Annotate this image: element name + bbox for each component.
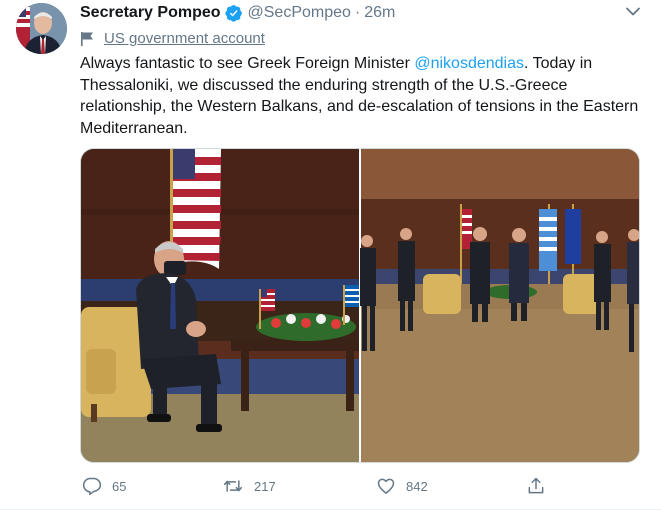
share-icon	[526, 476, 546, 496]
tweet-text-before: Always fantastic to see Greek Foreign Mi…	[80, 55, 415, 72]
reply-icon	[82, 476, 102, 496]
avatar[interactable]	[16, 3, 67, 54]
chevron-down-icon[interactable]	[623, 3, 643, 19]
media-photo-1[interactable]	[81, 149, 359, 463]
government-account-link[interactable]: US government account	[104, 30, 265, 47]
tweet: Secretary Pompeo @SecPompeo · 26m US gov…	[0, 0, 661, 510]
mention-link[interactable]: @nikosdendias	[414, 55, 524, 72]
heart-icon	[376, 476, 396, 496]
author-handle[interactable]: @SecPompeo	[248, 4, 351, 22]
retweet-icon	[222, 476, 244, 496]
tweet-text: Always fantastic to see Greek Foreign Mi…	[80, 53, 640, 139]
like-count: 842	[406, 478, 428, 494]
flag-icon	[80, 31, 94, 47]
share-button[interactable]	[526, 474, 556, 498]
like-button[interactable]: 842	[376, 474, 428, 498]
tweet-media	[80, 148, 640, 463]
tweet-actions: 65 217 842	[80, 474, 640, 498]
author-name[interactable]: Secretary Pompeo	[80, 4, 221, 22]
verified-badge-icon	[224, 4, 243, 22]
header-separator: ·	[354, 4, 361, 21]
tweet-header: Secretary Pompeo @SecPompeo · 26m	[80, 2, 395, 24]
reply-count: 65	[112, 478, 127, 494]
retweet-count: 217	[254, 478, 276, 494]
tweet-timestamp[interactable]: 26m	[364, 4, 395, 22]
retweet-button[interactable]: 217	[222, 474, 276, 498]
government-account-label: US government account	[80, 30, 265, 47]
media-photo-2[interactable]	[360, 149, 640, 463]
reply-button[interactable]: 65	[82, 474, 126, 498]
